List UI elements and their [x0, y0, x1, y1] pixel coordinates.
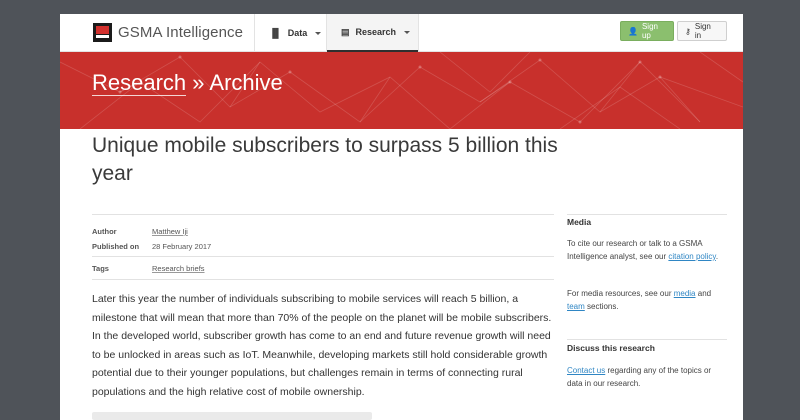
sign-in-label: Sign in: [694, 22, 711, 40]
discuss-heading: Discuss this research: [567, 343, 655, 353]
published-date: 28 February 2017: [152, 242, 212, 251]
breadcrumb-research-link[interactable]: Research: [92, 70, 187, 96]
sidebar-mid-divider: [567, 339, 727, 340]
chevron-down-icon: [315, 31, 322, 35]
meta-mid-divider: [92, 256, 554, 257]
page-title: Unique mobile subscribers to surpass 5 b…: [92, 134, 558, 185]
sidebar-top-divider: [567, 214, 727, 215]
author-link[interactable]: Matthew Iji: [152, 227, 188, 236]
sign-up-label: Sign up: [641, 22, 658, 40]
media-link[interactable]: media: [674, 289, 696, 298]
published-label: Published on: [92, 242, 140, 251]
sign-up-button[interactable]: 👤 Sign up: [620, 21, 674, 41]
citation-policy-link[interactable]: citation policy: [668, 252, 715, 261]
meta-top-divider: [92, 214, 554, 215]
contact-us-link[interactable]: Contact us: [567, 366, 605, 375]
media-text-2: For media resources, see our: [567, 289, 674, 298]
tag-research-briefs[interactable]: Research briefs: [152, 264, 205, 273]
breadcrumb: Research » Archive: [92, 70, 283, 96]
tag-item[interactable]: Research briefs: [152, 264, 205, 273]
next-heading-cutoff: [92, 412, 372, 420]
sign-in-button[interactable]: ⚷ Sign in: [677, 21, 727, 41]
nav-data-label: Data: [287, 28, 308, 38]
breadcrumb-separator: »: [186, 70, 210, 95]
article-body: Later this year the number of individual…: [92, 293, 552, 398]
team-link[interactable]: team: [567, 302, 585, 311]
nav-divider: [418, 14, 419, 52]
media-resources-text: For media resources, see our media and t…: [567, 287, 727, 313]
key-icon: ⚷: [685, 26, 691, 36]
meta-bottom-divider: [92, 279, 554, 280]
page: GSMA Intelligence ▐▌ Data ▤ Research 👤 S…: [60, 14, 743, 420]
brand-name[interactable]: GSMA Intelligence: [118, 24, 243, 41]
author-label: Author: [92, 227, 117, 236]
section-banner: Research » Archive: [60, 52, 743, 129]
breadcrumb-current: Archive: [209, 70, 283, 95]
media-citation-text: To cite our research or talk to a GSMA I…: [567, 237, 727, 263]
user-icon: 👤: [628, 26, 638, 36]
nav-data[interactable]: ▐▌ Data: [255, 14, 335, 52]
gsma-logo[interactable]: [93, 23, 112, 42]
chevron-down-icon: [404, 30, 411, 34]
author-name[interactable]: Matthew Iji: [152, 227, 188, 236]
media-text-2-end: sections.: [584, 302, 619, 311]
nav-research[interactable]: ▤ Research: [327, 14, 418, 52]
media-heading: Media: [567, 217, 592, 227]
discuss-text: Contact us regarding any of the topics o…: [567, 364, 727, 390]
logo-white-bar: [96, 35, 109, 38]
media-text-2-mid: and: [695, 289, 712, 298]
bar-chart-icon: ▐▌: [269, 28, 282, 38]
media-text-1-end: .: [715, 252, 719, 261]
document-icon: ▤: [341, 26, 350, 37]
tags-label: Tags: [92, 264, 109, 273]
logo-red-block: [96, 26, 109, 34]
top-navbar: GSMA Intelligence ▐▌ Data ▤ Research 👤 S…: [60, 14, 743, 52]
nav-research-label: Research: [355, 27, 397, 37]
